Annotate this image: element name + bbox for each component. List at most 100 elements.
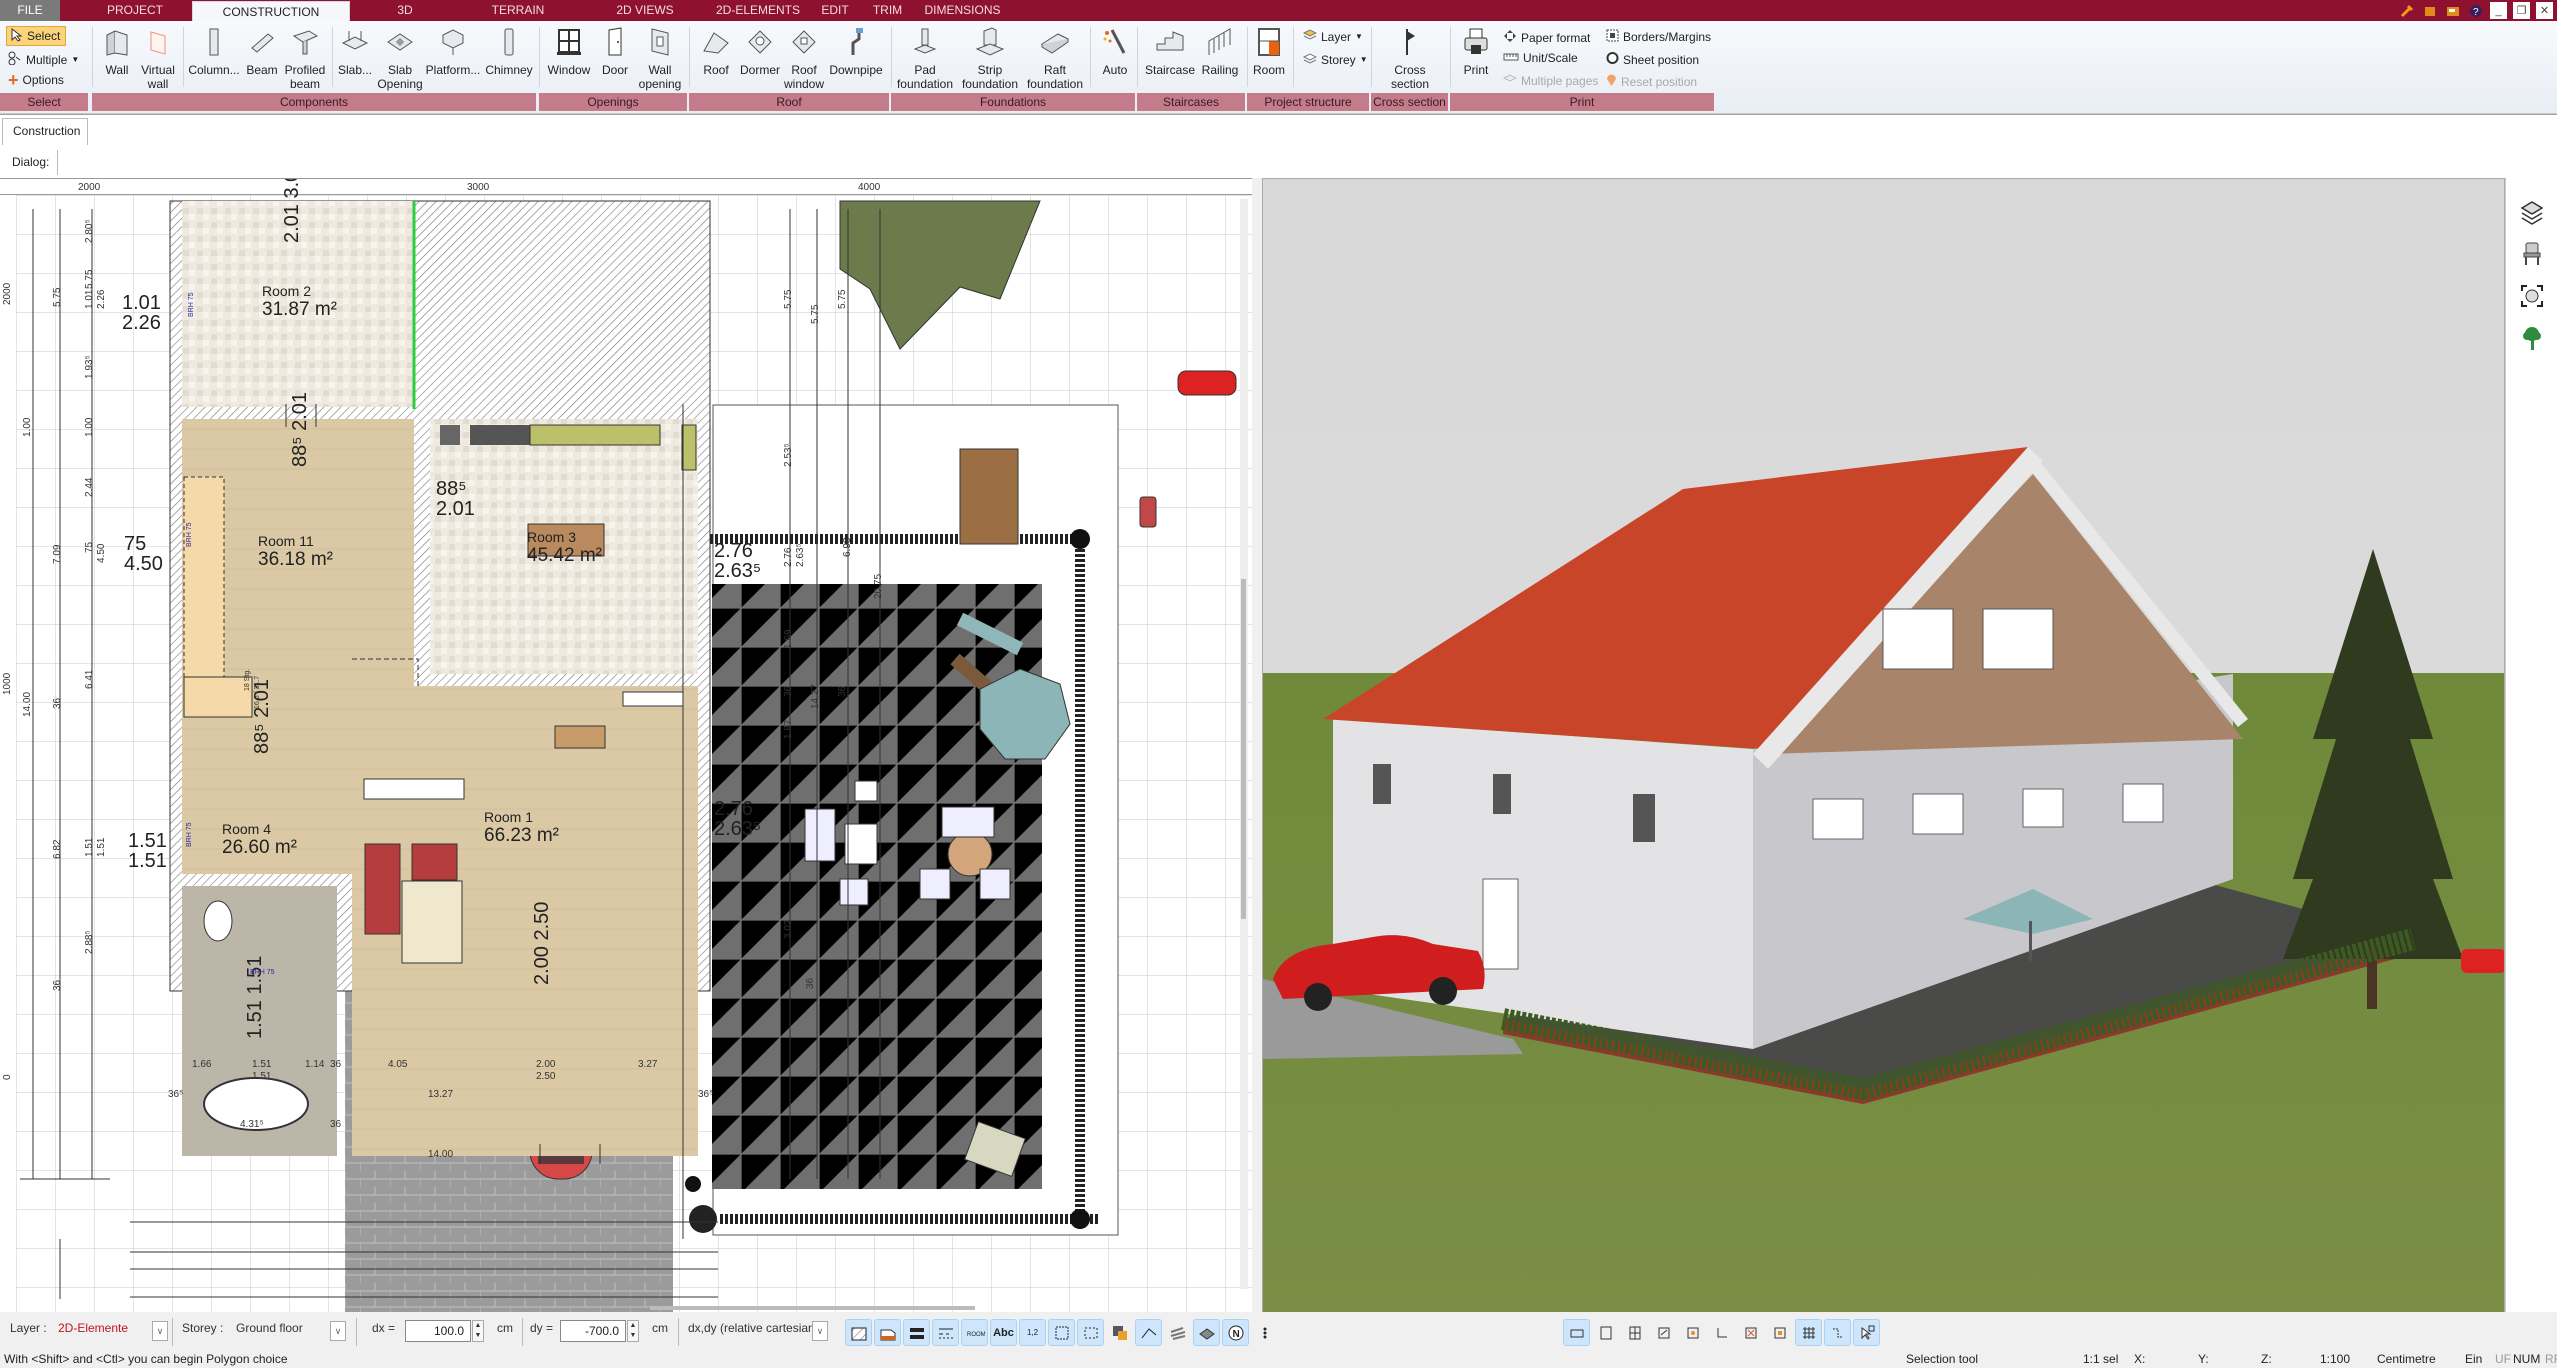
- folder-icon[interactable]: [2421, 2, 2438, 19]
- coordinate-mode-select[interactable]: dx,dy (relative cartesian): [688, 1321, 819, 1335]
- virtual-wall-button[interactable]: Virtual wall: [138, 27, 178, 91]
- more-icon[interactable]: [1251, 1319, 1278, 1346]
- text-tool[interactable]: Abc: [990, 1319, 1017, 1346]
- reset-position-button[interactable]: Reset position: [1606, 73, 1697, 90]
- layer-dropdown[interactable]: Layer ▼: [1302, 29, 1363, 44]
- tab-file[interactable]: FILE: [0, 0, 60, 21]
- slab-icon[interactable]: [1193, 1319, 1220, 1346]
- opening-dim[interactable]: 2.76 2.63⁵: [714, 799, 761, 839]
- raft-foundation-button[interactable]: Raft foundation: [1023, 27, 1087, 91]
- staircase-button[interactable]: Staircase: [1142, 27, 1198, 77]
- storey-select[interactable]: Ground floor: [236, 1321, 303, 1335]
- cursor-select-icon[interactable]: [1853, 1319, 1880, 1346]
- slab-button[interactable]: Slab...: [335, 27, 375, 77]
- frame-icon[interactable]: [1077, 1319, 1104, 1346]
- line-thick-icon[interactable]: [903, 1319, 930, 1346]
- tab-construction[interactable]: CONSTRUCTION: [192, 1, 350, 23]
- opening-dim[interactable]: 75 4.50: [124, 534, 163, 574]
- unit-scale-button[interactable]: Unit/Scale: [1503, 51, 1578, 65]
- tab-trim[interactable]: TRIM: [865, 0, 910, 21]
- room-label-icon[interactable]: ROOM: [961, 1319, 988, 1346]
- tab-2d-views[interactable]: 2D VIEWS: [605, 0, 685, 21]
- opening-dim[interactable]: 88⁵ 2.01: [436, 479, 475, 519]
- borders-margins-button[interactable]: Borders/Margins: [1606, 29, 1711, 45]
- railing-button[interactable]: Railing: [1198, 27, 1242, 77]
- chair-icon[interactable]: [2518, 240, 2546, 268]
- opening-dim[interactable]: 2.00 2.50: [531, 902, 553, 985]
- room-label-room-4[interactable]: Room 4 26.60 m²: [222, 821, 297, 859]
- floor-plan-2d-view[interactable]: 2000 3000 4000 2000 1000 0 Room 2 31.87 …: [0, 178, 1252, 1312]
- north-icon[interactable]: N: [1222, 1319, 1249, 1346]
- beams-icon[interactable]: [1164, 1319, 1191, 1346]
- dy-spinner[interactable]: ▲ ▼: [627, 1320, 639, 1342]
- room-label-room-3[interactable]: Room 3 45.42 m²: [527, 529, 602, 567]
- dimension-tool[interactable]: 1,2: [1019, 1319, 1046, 1346]
- tree-icon[interactable]: [2518, 324, 2546, 352]
- close-button[interactable]: ✕: [2536, 2, 2553, 19]
- strip-foundation-button[interactable]: Strip foundation: [958, 27, 1022, 91]
- room-button[interactable]: Room: [1249, 27, 1289, 77]
- opening-dim[interactable]: 2.01 3.00: [281, 179, 303, 243]
- auto-button[interactable]: Auto: [1093, 27, 1137, 77]
- dx-input[interactable]: 100.0: [405, 1320, 471, 1342]
- line-type-icon[interactable]: [932, 1319, 959, 1346]
- room-label-room-1[interactable]: Room 1 66.23 m²: [484, 809, 559, 847]
- roof-button[interactable]: Roof: [694, 27, 738, 77]
- opening-dim[interactable]: 1.01 2.26: [122, 293, 161, 333]
- chimney-button[interactable]: Chimney: [483, 27, 535, 77]
- snap-center-icon[interactable]: [1737, 1319, 1764, 1346]
- sheet-position-button[interactable]: Sheet position: [1606, 51, 1699, 68]
- fill-icon[interactable]: [874, 1319, 901, 1346]
- layer-colors-icon[interactable]: [1106, 1319, 1133, 1346]
- 3d-view[interactable]: [1262, 178, 2505, 1315]
- beam-button[interactable]: Beam: [244, 27, 280, 77]
- grid-icon[interactable]: [1795, 1319, 1822, 1346]
- minimize-button[interactable]: _: [2490, 2, 2507, 19]
- opening-dim[interactable]: 2.76 2.63⁵: [714, 541, 761, 581]
- opening-dim[interactable]: 1.51 1.51: [128, 831, 167, 871]
- profiled-beam-button[interactable]: Profiled beam: [282, 27, 328, 91]
- slab-opening-button[interactable]: Slab Opening: [377, 27, 423, 91]
- column-button[interactable]: Column...: [186, 27, 242, 77]
- window-layout-icon[interactable]: [2444, 2, 2461, 19]
- dy-input[interactable]: -700.0: [560, 1320, 626, 1342]
- hatch-icon[interactable]: [845, 1319, 872, 1346]
- tab-2d-elements[interactable]: 2D-ELEMENTS: [713, 0, 803, 21]
- multiple-pages-button[interactable]: Multiple pages: [1502, 73, 1598, 88]
- roof-window-button[interactable]: Roof window: [782, 27, 826, 91]
- storey-dropdown[interactable]: Storey ▼: [1302, 52, 1368, 67]
- platform-button[interactable]: Platform...: [425, 27, 481, 77]
- tab-terrain[interactable]: TERRAIN: [478, 0, 558, 21]
- layer-select[interactable]: 2D-Elemente: [58, 1321, 128, 1335]
- window-button[interactable]: Window: [543, 27, 595, 77]
- snap-intersect-icon[interactable]: [1679, 1319, 1706, 1346]
- room-label-room-11[interactable]: Room 11 36.18 m²: [258, 533, 333, 571]
- wall-opening-button[interactable]: Wall opening: [635, 27, 685, 91]
- layer-dropdown-button[interactable]: ∨: [152, 1321, 168, 1341]
- tab-edit[interactable]: EDIT: [815, 0, 855, 21]
- snap-mid-icon[interactable]: [1621, 1319, 1648, 1346]
- snap-point-icon[interactable]: [1766, 1319, 1793, 1346]
- storey-dropdown-button[interactable]: ∨: [330, 1321, 346, 1341]
- wrench-icon[interactable]: [2398, 2, 2415, 19]
- snap-line-icon[interactable]: [1563, 1319, 1590, 1346]
- snap-perp-icon[interactable]: [1708, 1319, 1735, 1346]
- downpipe-button[interactable]: Downpipe: [826, 27, 886, 77]
- pad-foundation-button[interactable]: Pad foundation: [893, 27, 957, 91]
- snap-rotate-icon[interactable]: [1650, 1319, 1677, 1346]
- layers-icon[interactable]: [2518, 198, 2546, 226]
- coordinate-mode-dropdown[interactable]: ∨: [812, 1321, 828, 1341]
- roof-outline-icon[interactable]: [1135, 1319, 1162, 1346]
- multiple-dropdown[interactable]: Multiple ▼: [8, 51, 79, 68]
- tab-3d[interactable]: 3D: [380, 0, 430, 21]
- help-icon[interactable]: ?: [2467, 2, 2484, 19]
- opening-dim[interactable]: 88⁵ 2.01: [289, 392, 311, 467]
- tab-project[interactable]: PROJECT: [90, 0, 180, 21]
- cross-section-button[interactable]: Cross section: [1375, 27, 1445, 91]
- wall-grid-icon[interactable]: [1048, 1319, 1075, 1346]
- tab-dimensions[interactable]: DIMENSIONS: [920, 0, 1005, 21]
- door-button[interactable]: Door: [597, 27, 633, 77]
- dormer-button[interactable]: Dormer: [738, 27, 782, 77]
- snap-ortho-icon[interactable]: [1824, 1319, 1851, 1346]
- options-button[interactable]: + Options: [8, 71, 64, 89]
